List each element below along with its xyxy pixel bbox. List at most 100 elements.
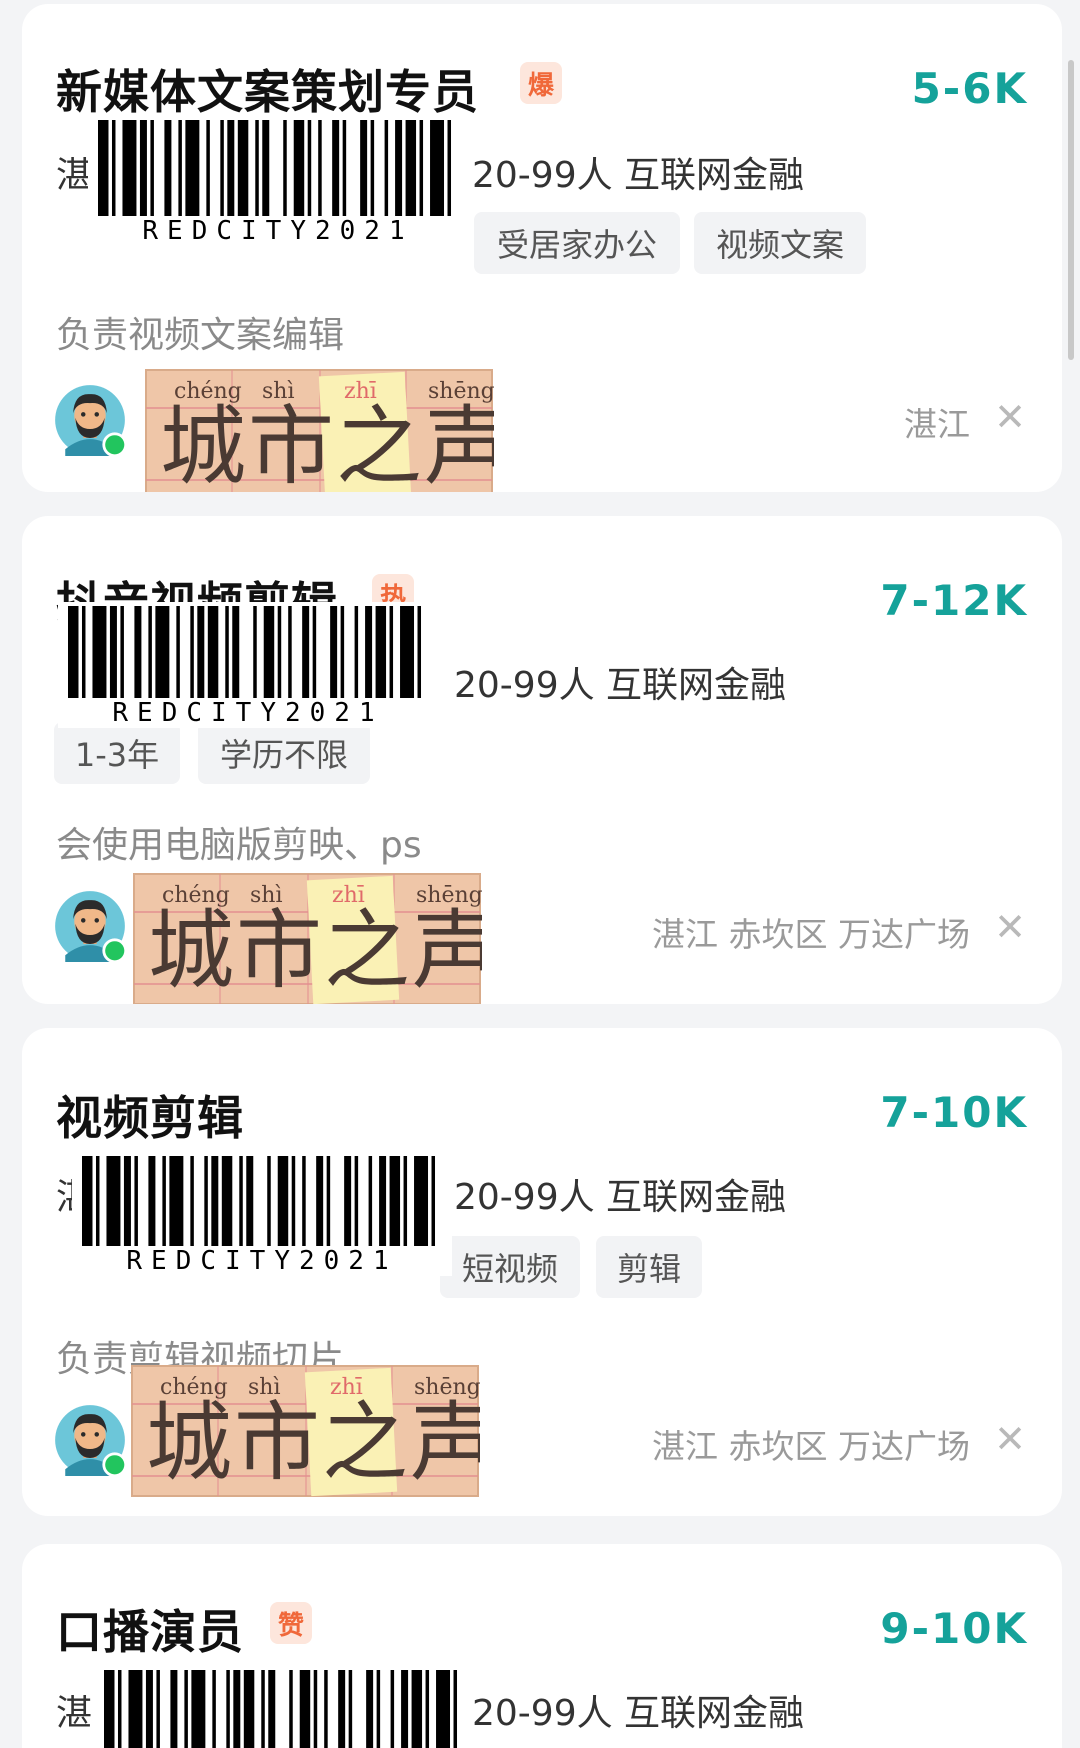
job-title: 新媒体文案策划专员 xyxy=(56,65,479,119)
barcode-bar xyxy=(233,1670,241,1748)
barcode-bar xyxy=(365,606,373,698)
barcode-bar xyxy=(405,120,417,216)
barcode-bar xyxy=(289,1670,293,1748)
barcode-watermark: REDCITY2021 xyxy=(88,116,468,246)
job-card[interactable]: 视频剪辑 7-10K 湛 20-99人 互联网金融 短视频 剪辑 负责剪辑视频切… xyxy=(22,1028,1062,1516)
barcode-bar xyxy=(312,606,317,698)
barcode-bar xyxy=(370,120,375,216)
barcode-bar xyxy=(139,120,147,216)
job-tag: 学历不限 xyxy=(198,722,370,784)
close-icon[interactable]: ✕ xyxy=(994,398,1026,436)
job-tag: 视频文案 xyxy=(694,212,866,274)
close-icon[interactable]: ✕ xyxy=(994,1420,1026,1458)
barcode-watermark: REDCITY2021 xyxy=(72,1152,452,1276)
barcode-bar xyxy=(425,1670,430,1748)
barcode-bar xyxy=(417,606,422,698)
barcode-bar xyxy=(145,1670,153,1748)
barcode-bar xyxy=(400,606,415,698)
barcode-bar xyxy=(384,120,389,216)
barcode-bar xyxy=(162,1156,166,1246)
barcode-bar xyxy=(122,120,137,216)
job-card[interactable]: 口播演员 赞 9-10K 湛 20-99人 互联网金融 xyxy=(22,1544,1062,1748)
barcode-bar xyxy=(354,1156,359,1246)
barcode-bar xyxy=(155,606,170,698)
barcode-bar xyxy=(316,1156,324,1246)
barcode-bar xyxy=(134,606,142,698)
barcode-bar xyxy=(237,120,249,216)
barcode-bar xyxy=(293,120,305,216)
barcode-bar xyxy=(390,1670,395,1748)
recruiter-avatar-icon[interactable] xyxy=(54,384,126,456)
recruiter-avatar-icon[interactable] xyxy=(54,890,126,962)
barcode-bar xyxy=(95,1156,100,1246)
barcode-bar xyxy=(221,1156,233,1246)
barcode-bar xyxy=(389,1156,401,1246)
barcode-bar xyxy=(211,1156,219,1246)
barcode-bar xyxy=(170,1670,178,1748)
barcode-bar xyxy=(326,1156,331,1246)
barcode-bar xyxy=(401,1670,409,1748)
job-location: 湛江 赤坎区 万达广场 xyxy=(652,1427,970,1466)
barcode-bar xyxy=(430,120,445,216)
recruiter-avatar-icon[interactable] xyxy=(54,1404,126,1476)
job-tag: 短视频 xyxy=(440,1236,580,1298)
barcode-bar xyxy=(106,1156,121,1246)
job-title: 视频剪辑 xyxy=(56,1091,244,1145)
barcode-bar xyxy=(447,120,452,216)
company-info: 20-99人 互联网金融 xyxy=(454,665,787,706)
barcode-bar xyxy=(338,1670,346,1748)
svg-text:城市之声: 城市之声 xyxy=(146,1393,480,1493)
barcode-bar xyxy=(318,120,322,216)
barcode-bar xyxy=(344,1156,352,1246)
barcode-bar xyxy=(226,1670,230,1748)
company-info: 20-99人 互联网金融 xyxy=(472,1693,805,1734)
barcode-bar xyxy=(128,1670,143,1748)
barcode-bar xyxy=(109,606,117,698)
barcode-bar xyxy=(354,606,359,698)
job-card[interactable]: 抖音视频剪辑 热 7-12K 20-99人 互联网金融 1-3年 学历不限 会使… xyxy=(22,516,1062,1004)
barcode-bar xyxy=(342,120,347,216)
barcode-bar xyxy=(376,1670,381,1748)
barcode-bar xyxy=(239,1156,243,1246)
barcode-bar xyxy=(156,1670,160,1748)
barcode-bar xyxy=(117,1670,122,1748)
barcode-bar xyxy=(68,606,79,698)
scrollbar[interactable] xyxy=(1068,60,1074,360)
barcode-bar xyxy=(185,120,200,216)
company-info: 20-99人 互联网金融 xyxy=(472,155,805,196)
barcode-bar xyxy=(204,1156,208,1246)
barcode-bar xyxy=(207,606,219,698)
barcode-bar xyxy=(283,120,287,216)
barcode-watermark: REDCITY2021 xyxy=(58,602,438,728)
barcode-bar xyxy=(164,120,172,216)
barcode-bar xyxy=(178,120,182,216)
barcode-bar xyxy=(134,1156,138,1246)
svg-text:城市之声: 城市之声 xyxy=(160,397,494,492)
city-voice-logo-stamp: chéng shì zhī shēng 城市之声 xyxy=(144,368,510,492)
barcode-bar xyxy=(332,120,340,216)
barcode-bar xyxy=(288,606,292,698)
barcode-bar xyxy=(431,1156,436,1246)
barcode-bar xyxy=(307,120,312,216)
salary: 5-6K xyxy=(911,64,1028,113)
barcode-bar xyxy=(220,120,224,216)
barcode-bar xyxy=(403,1156,408,1246)
barcode-bar xyxy=(453,1670,458,1748)
barcode-bar xyxy=(302,606,310,698)
barcode-bar xyxy=(190,1156,194,1246)
barcode-bar xyxy=(246,1156,254,1246)
barcode-bar xyxy=(267,1156,271,1246)
job-card[interactable]: 新媒体文案策划专员 爆 5-6K 湛 20-99人 互联网金融 受居家办公 视频… xyxy=(22,4,1062,492)
barcode-bar xyxy=(227,120,235,216)
close-icon[interactable]: ✕ xyxy=(994,908,1026,946)
company-info: 20-99人 互联网金融 xyxy=(454,1177,787,1218)
barcode-bar xyxy=(263,606,275,698)
barcode-bar xyxy=(277,606,282,698)
barcode-bar xyxy=(261,1670,265,1748)
salary: 9-10K xyxy=(880,1604,1028,1653)
barcode-bar xyxy=(419,120,424,216)
barcode-bar xyxy=(389,606,394,698)
barcode-bar xyxy=(92,606,107,698)
barcode-bar xyxy=(104,1670,115,1748)
barcode-bar xyxy=(340,606,345,698)
